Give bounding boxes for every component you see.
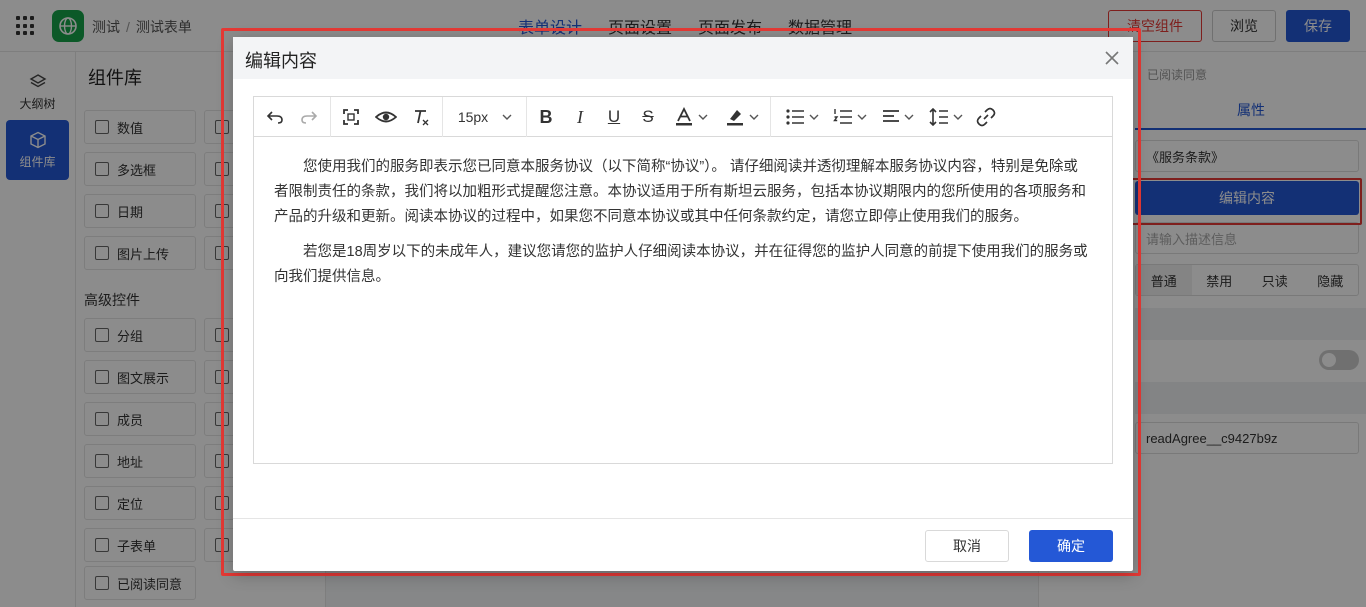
highlight-color-icon[interactable] xyxy=(720,105,764,129)
font-size-select[interactable]: 15px xyxy=(452,105,518,129)
rich-text-editor: 15px B I U S 您使用我们的服务即表示您已同意本服务协议（以下简称“协… xyxy=(253,96,1113,464)
confirm-button[interactable]: 确定 xyxy=(1029,530,1113,562)
toolbar-divider xyxy=(526,97,527,137)
fullscreen-icon[interactable] xyxy=(340,105,362,129)
italic-icon[interactable]: I xyxy=(570,105,590,129)
link-icon[interactable] xyxy=(974,105,998,129)
underline-icon[interactable]: U xyxy=(604,105,624,129)
numbered-list-icon[interactable] xyxy=(828,105,872,129)
line-height-icon[interactable] xyxy=(926,105,966,129)
toolbar-divider xyxy=(442,97,443,137)
cancel-button[interactable]: 取消 xyxy=(925,530,1009,562)
dialog-footer: 取消 确定 xyxy=(233,518,1133,571)
strikethrough-icon[interactable]: S xyxy=(638,105,658,129)
dialog-header: 编辑内容 xyxy=(233,37,1133,79)
undo-icon[interactable] xyxy=(264,105,286,129)
align-icon[interactable] xyxy=(878,105,918,129)
font-color-icon[interactable] xyxy=(670,105,712,129)
editor-content[interactable]: 您使用我们的服务即表示您已同意本服务协议（以下简称“协议”）。 请仔细阅读并透彻… xyxy=(274,155,1092,300)
clear-format-icon[interactable] xyxy=(410,105,432,129)
redo-icon[interactable] xyxy=(298,105,320,129)
toolbar-divider xyxy=(770,97,771,137)
preview-eye-icon[interactable] xyxy=(374,105,398,129)
bold-icon[interactable]: B xyxy=(536,105,556,129)
close-icon[interactable] xyxy=(1103,49,1121,67)
toolbar-divider xyxy=(330,97,331,137)
bullet-list-icon[interactable] xyxy=(780,105,824,129)
dialog-title: 编辑内容 xyxy=(245,51,317,71)
editor-toolbar: 15px B I U S xyxy=(254,97,1112,137)
paragraph: 您使用我们的服务即表示您已同意本服务协议（以下简称“协议”）。 请仔细阅读并透彻… xyxy=(274,159,1086,225)
paragraph: 若您是18周岁以下的未成年人，建议您请您的监护人仔细阅读本协议，并在征得您的监护… xyxy=(274,244,1088,285)
edit-content-dialog: 编辑内容 15px B I U S 您使用我们的服务即表示您已同意本服务协议（以… xyxy=(233,37,1133,571)
font-size-value: 15px xyxy=(457,109,489,125)
